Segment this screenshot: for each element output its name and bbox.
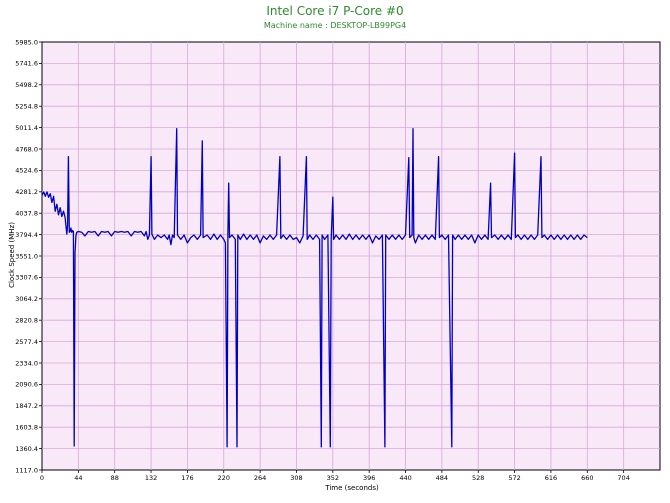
y-tick-label: 2820.8 bbox=[15, 317, 38, 325]
x-axis-label: Time (seconds) bbox=[324, 484, 379, 492]
y-tick-labels: 1117.0 1360.4 1603.8 1847.2 2090.6 2334.0 2577… bbox=[15, 38, 42, 474]
x-tick-label: 0 bbox=[40, 474, 44, 482]
y-tick-label: 3551.0 bbox=[15, 252, 38, 260]
y-tick-label: 5254.8 bbox=[15, 103, 38, 111]
x-tick-label: 308 bbox=[290, 474, 302, 482]
grid-lines bbox=[42, 42, 660, 470]
y-tick-label: 2334.0 bbox=[15, 359, 38, 367]
x-tick-label: 528 bbox=[472, 474, 484, 482]
y-tick-label: 3307.6 bbox=[15, 274, 38, 282]
x-tick-label: 704 bbox=[617, 474, 629, 482]
y-tick-label: 1603.8 bbox=[15, 424, 38, 432]
x-tick-label: 88 bbox=[111, 474, 119, 482]
x-tick-label: 44 bbox=[74, 474, 82, 482]
chart-svg: 0 44 88 132 176 220 264 308 352 396 440 484 528 572 61… bbox=[8, 38, 661, 492]
y-tick-label: 1847.2 bbox=[15, 402, 38, 410]
x-tick-label: 352 bbox=[327, 474, 339, 482]
x-tick-label: 132 bbox=[145, 474, 157, 482]
y-tick-label: 2090.6 bbox=[15, 381, 38, 389]
x-tick-label: 396 bbox=[363, 474, 375, 482]
x-tick-label: 176 bbox=[181, 474, 193, 482]
y-tick-label: 5741.6 bbox=[15, 60, 38, 68]
x-tick-label: 264 bbox=[254, 474, 266, 482]
x-tick-label: 616 bbox=[545, 474, 557, 482]
y-tick-label: 5498.2 bbox=[15, 81, 38, 89]
y-tick-label: 4768.0 bbox=[15, 145, 38, 153]
y-tick-label: 5985.0 bbox=[15, 38, 38, 46]
x-tick-label: 440 bbox=[399, 474, 411, 482]
x-tick-label: 572 bbox=[508, 474, 520, 482]
x-tick-label: 484 bbox=[436, 474, 448, 482]
y-tick-label: 4037.8 bbox=[15, 210, 38, 218]
y-tick-label: 1360.4 bbox=[15, 445, 38, 453]
y-tick-label: 4524.6 bbox=[15, 167, 38, 175]
y-tick-label: 3064.2 bbox=[15, 295, 38, 303]
y-tick-label: 3794.4 bbox=[15, 231, 38, 239]
y-tick-label: 1117.0 bbox=[15, 466, 38, 474]
y-tick-label: 4281.2 bbox=[15, 188, 38, 196]
x-tick-labels: 0 44 88 132 176 220 264 308 352 396 440 484 528 572 61… bbox=[40, 470, 630, 482]
x-tick-label: 220 bbox=[218, 474, 230, 482]
x-tick-label: 660 bbox=[581, 474, 593, 482]
y-tick-label: 2577.4 bbox=[15, 338, 38, 346]
y-axis-label: Clock Speed (MHz) bbox=[8, 222, 16, 288]
y-tick-label: 5011.4 bbox=[15, 124, 38, 132]
